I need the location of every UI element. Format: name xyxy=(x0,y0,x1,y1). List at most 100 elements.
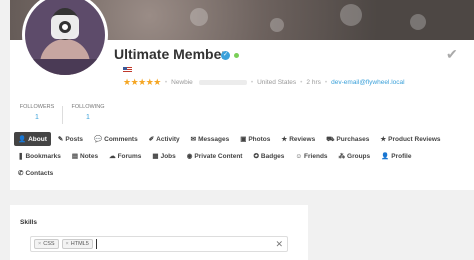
rating-stars: ★★★★★ xyxy=(123,76,161,87)
meta-separator: • xyxy=(300,78,303,86)
text-cursor xyxy=(95,239,97,249)
chat-icon: ☁ xyxy=(109,153,116,160)
tab-contacts[interactable]: ✆ Contacts xyxy=(14,166,57,180)
followers-label: FOLLOWERS xyxy=(19,104,55,110)
followers-stat[interactable]: FOLLOWERS 1 xyxy=(12,104,62,124)
check-icon[interactable]: ✔ xyxy=(446,46,458,63)
camera-lens xyxy=(59,21,71,33)
photo-icon: ▣ xyxy=(240,136,247,143)
calendar-icon: ▦ xyxy=(152,153,159,160)
tab-profile[interactable]: 👤 Profile xyxy=(377,149,415,163)
cover-bokeh xyxy=(190,8,208,26)
tab-forums[interactable]: ☁ Forums xyxy=(105,149,145,163)
skill-tag-label: HTML5 xyxy=(70,241,89,247)
tab-label: About xyxy=(28,135,47,143)
tab-label: Bookmarks xyxy=(25,152,61,160)
tab-about[interactable]: 👤 About xyxy=(14,132,51,146)
followers-count: 1 xyxy=(35,114,39,121)
following-count: 1 xyxy=(86,114,90,121)
remove-tag-icon[interactable]: × xyxy=(66,241,69,247)
skill-tag[interactable]: × CSS xyxy=(34,239,59,249)
user-icon: 👤 xyxy=(381,153,390,160)
profile-page: Ultimate Member ✓ ✔ ★★★★★ • Newbie • Uni… xyxy=(0,0,474,260)
tab-badges[interactable]: ✪ Badges xyxy=(249,149,288,163)
tab-label: Forums xyxy=(117,152,142,160)
remove-tag-icon[interactable]: × xyxy=(38,241,41,247)
edit-icon: ✐ xyxy=(148,136,155,143)
avatar-photo xyxy=(25,0,105,75)
phone-icon: ✆ xyxy=(18,170,24,177)
tab-notes[interactable]: ▤ Notes xyxy=(68,149,102,163)
follow-stats: FOLLOWERS 1 FOLLOWING 1 xyxy=(12,104,113,124)
tab-label: Badges xyxy=(260,152,285,160)
verified-badge-icon: ✓ xyxy=(221,51,230,60)
tab-label: Friends xyxy=(304,152,328,160)
camera-icon[interactable] xyxy=(51,15,79,39)
profile-meta: ★★★★★ • Newbie • United States • 2 hrs •… xyxy=(123,76,405,88)
eye-icon: ◉ xyxy=(186,153,193,160)
tab-purchases[interactable]: ⛟ Purchases xyxy=(322,132,373,146)
cover-bokeh xyxy=(270,18,284,32)
groups-icon: ⁂ xyxy=(338,153,346,160)
pencil-icon: ✎ xyxy=(57,136,64,143)
cart-icon: ⛟ xyxy=(326,135,335,143)
tab-private-content[interactable]: ◉ Private Content xyxy=(183,149,247,163)
tab-label: Private Content xyxy=(194,152,243,160)
profile-tabs: 👤 About ✎ Posts 💬 Comments ✐ Activity ✉ Messages ▣… xyxy=(14,132,454,180)
tab-posts[interactable]: ✎ Posts xyxy=(54,132,87,146)
profile-last-seen: 2 hrs xyxy=(306,78,321,86)
clear-icon[interactable]: ✕ xyxy=(275,239,283,250)
star-icon: ★ xyxy=(281,136,288,143)
tab-friends[interactable]: ☺ Friends xyxy=(291,149,331,163)
tab-label: Contacts xyxy=(25,169,54,177)
tab-messages[interactable]: ✉ Messages xyxy=(187,132,234,146)
bookmark-icon: ❚ xyxy=(18,153,24,160)
tab-label: Jobs xyxy=(160,152,176,160)
tab-groups[interactable]: ⁂ Groups xyxy=(335,149,375,163)
tab-label: Activity xyxy=(156,135,180,143)
skill-tag[interactable]: × HTML5 xyxy=(61,239,93,249)
meta-placeholder xyxy=(198,79,247,85)
note-icon: ▤ xyxy=(71,153,79,160)
meta-separator: • xyxy=(250,78,254,86)
skills-label: Skills xyxy=(20,219,37,226)
envelope-icon: ✉ xyxy=(190,136,197,143)
tab-photos[interactable]: ▣ Photos xyxy=(236,132,274,146)
online-status-icon xyxy=(234,53,239,58)
avatar[interactable] xyxy=(22,0,108,78)
skills-input[interactable]: × CSS × HTML5 ✕ xyxy=(30,236,288,252)
tab-label: Comments xyxy=(104,135,138,143)
cover-bokeh xyxy=(340,4,362,26)
profile-email-link[interactable]: dev-email@flywheel.local xyxy=(331,79,404,86)
cover-bokeh xyxy=(410,14,426,30)
tab-jobs[interactable]: ▦ Jobs xyxy=(148,149,179,163)
tab-label: Groups xyxy=(347,152,371,160)
profile-name: Ultimate Member xyxy=(114,46,227,62)
tab-bookmarks[interactable]: ❚ Bookmarks xyxy=(14,149,65,163)
following-stat[interactable]: FOLLOWING 1 xyxy=(63,104,113,124)
tab-activity[interactable]: ✐ Activity xyxy=(145,132,184,146)
tab-label: Messages xyxy=(198,135,230,143)
profile-country: United States xyxy=(257,78,297,86)
tab-label: Notes xyxy=(80,152,99,160)
us-flag-icon xyxy=(123,67,132,73)
profile-role: Newbie xyxy=(171,78,193,86)
user-icon: 👤 xyxy=(18,136,27,143)
avatar-desk xyxy=(25,59,105,75)
tab-reviews[interactable]: ★ Reviews xyxy=(277,132,319,146)
star-icon: ★ xyxy=(380,136,387,143)
badge-icon: ✪ xyxy=(253,153,259,160)
meta-separator: • xyxy=(164,78,168,86)
tab-label: Posts xyxy=(65,135,84,143)
tab-label: Product Reviews xyxy=(388,135,441,143)
tab-list: 👤 About ✎ Posts 💬 Comments ✐ Activity ✉ Messages ▣… xyxy=(14,132,454,180)
tab-label: Photos xyxy=(248,135,271,143)
friends-icon: ☺ xyxy=(295,152,303,160)
tab-label: Reviews xyxy=(289,135,316,143)
comment-icon: 💬 xyxy=(94,136,103,143)
meta-separator: • xyxy=(324,78,328,86)
tab-product-reviews[interactable]: ★ Product Reviews xyxy=(376,132,444,146)
skill-tag-label: CSS xyxy=(43,241,55,247)
tab-label: Profile xyxy=(391,152,412,160)
tab-comments[interactable]: 💬 Comments xyxy=(90,132,142,146)
